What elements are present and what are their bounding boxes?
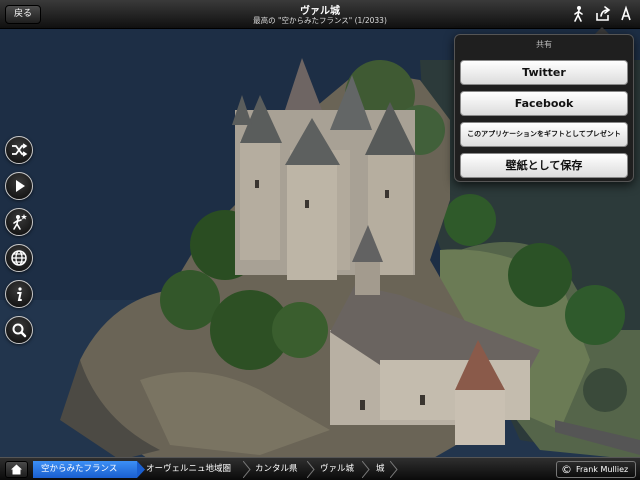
gift-app-button[interactable]: このアプリケーションをギフトとしてプレゼント: [460, 122, 628, 147]
home-button[interactable]: [5, 461, 28, 478]
breadcrumb-item-aerial-france[interactable]: 空からみたフランス: [33, 461, 137, 478]
play-icon: [16, 180, 25, 192]
favorite-person-icon: [13, 214, 27, 230]
favorite-person-button[interactable]: [5, 208, 33, 236]
photo-credit-text: Frank Mulliez: [576, 465, 629, 474]
play-button[interactable]: [5, 172, 33, 200]
walking-person-icon[interactable]: [570, 5, 588, 23]
twitter-button[interactable]: Twitter: [460, 60, 628, 85]
search-button[interactable]: [5, 316, 33, 344]
share-heading: 共有: [536, 40, 552, 49]
breadcrumb-item-cantal[interactable]: カンタル県: [247, 461, 309, 478]
share-popover: 共有 Twitter Facebook このアプリケーションをギフトとしてプレゼ…: [454, 34, 634, 182]
breadcrumb-item-val-castle[interactable]: ヴァル城: [312, 461, 366, 478]
save-wallpaper-button[interactable]: 壁紙として保存: [460, 153, 628, 178]
shuffle-icon: [12, 143, 28, 157]
globe-icon: [11, 250, 27, 266]
photo-credit-button[interactable]: © Frank Mulliez: [556, 461, 636, 478]
facebook-button[interactable]: Facebook: [460, 91, 628, 116]
shuffle-button[interactable]: [5, 136, 33, 164]
chevron-right-icon: [390, 461, 398, 478]
page-subtitle: 最高の "空からみたフランス" (1/2033): [253, 16, 387, 25]
breadcrumb-item-auvergne[interactable]: オーヴェルニュ地域圏: [138, 461, 248, 478]
top-navigation-bar: 戻る ヴァル城 最高の "空からみたフランス" (1/2033): [0, 0, 640, 29]
copyright-icon: ©: [561, 463, 572, 476]
breadcrumb: 空からみたフランス オーヴェルニュ地域圏 カンタル県 ヴァル城 城 © Fran…: [0, 457, 640, 480]
home-icon: [11, 464, 22, 475]
info-icon: [17, 287, 22, 301]
search-icon: [12, 323, 27, 338]
globe-button[interactable]: [5, 244, 33, 272]
share-icon[interactable]: [594, 5, 612, 23]
info-button[interactable]: [5, 280, 33, 308]
font-size-icon[interactable]: [617, 5, 635, 23]
